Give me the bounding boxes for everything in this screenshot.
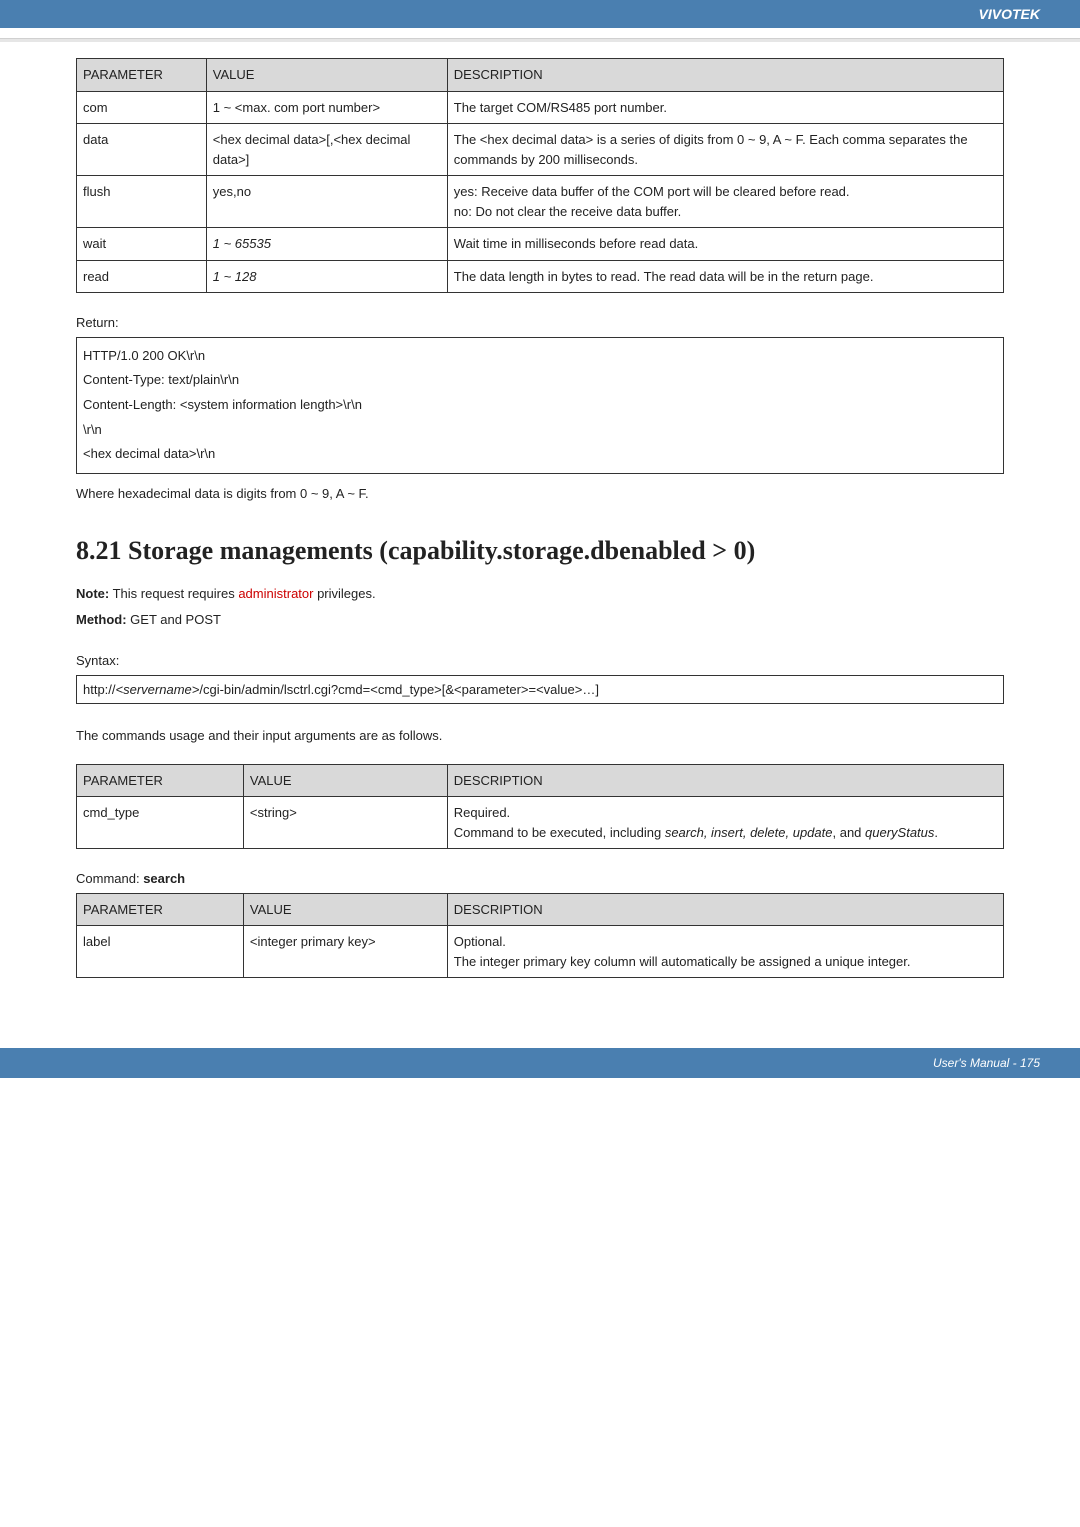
return-line: Content-Length: <system information leng… <box>83 393 997 418</box>
note-text-2: privileges. <box>313 586 375 601</box>
method-text: GET and POST <box>127 612 221 627</box>
table-row: com1 ~ <max. com port number>The target … <box>77 91 1004 124</box>
table-row: wait1 ~ 65535Wait time in milliseconds b… <box>77 228 1004 261</box>
method-line: Method: GET and POST <box>76 610 1004 630</box>
syntax-box: http://<servername>/cgi-bin/admin/lsctrl… <box>76 675 1004 705</box>
command-prefix: Command: <box>76 871 143 886</box>
table1-value: 1 ~ <max. com port number> <box>206 91 447 124</box>
return-line: HTTP/1.0 200 OK\r\n <box>83 344 997 369</box>
table1-desc: The target COM/RS485 port number. <box>447 91 1003 124</box>
table1-desc: Wait time in milliseconds before read da… <box>447 228 1003 261</box>
table2-value: <string> <box>243 797 447 849</box>
return-line: \r\n <box>83 418 997 443</box>
table2-header-parameter: PARAMETER <box>77 764 244 797</box>
syntax-prefix: http:// <box>83 682 116 697</box>
table1-param: data <box>77 124 207 176</box>
return-line: <hex decimal data>\r\n <box>83 442 997 467</box>
table-row: label<integer primary key>Optional. The … <box>77 926 1004 978</box>
section-title: 8.21 Storage managements (capability.sto… <box>76 531 1004 570</box>
method-label: Method: <box>76 612 127 627</box>
note-text-1: This request requires <box>109 586 238 601</box>
brand-banner: VIVOTEK <box>0 0 1080 28</box>
table3-header-parameter: PARAMETER <box>77 893 244 926</box>
table-row: read1 ~ 128The data length in bytes to r… <box>77 260 1004 293</box>
return-label: Return: <box>76 313 1004 333</box>
table1-param: com <box>77 91 207 124</box>
parameter-table-3: PARAMETER VALUE DESCRIPTION label<intege… <box>76 893 1004 979</box>
syntax-rest: /cgi-bin/admin/lsctrl.cgi?cmd=<cmd_type>… <box>199 682 599 697</box>
table1-header-description: DESCRIPTION <box>447 59 1003 92</box>
note-label: Note: <box>76 586 109 601</box>
table1-header-value: VALUE <box>206 59 447 92</box>
parameter-table-2: PARAMETER VALUE DESCRIPTION cmd_type <st… <box>76 764 1004 850</box>
table1-param: flush <box>77 176 207 228</box>
note-line: Note: This request requires administrato… <box>76 584 1004 604</box>
table1-value: 1 ~ 65535 <box>206 228 447 261</box>
page-footer: User's Manual - 175 <box>0 1048 1080 1078</box>
table1-desc: The <hex decimal data> is a series of di… <box>447 124 1003 176</box>
table1-desc: The data length in bytes to read. The re… <box>447 260 1003 293</box>
note-admin: administrator <box>238 586 313 601</box>
table-row: flushyes,noyes: Receive data buffer of t… <box>77 176 1004 228</box>
usage-line: The commands usage and their input argum… <box>76 726 1004 746</box>
table3-value: <integer primary key> <box>243 926 447 978</box>
hex-note: Where hexadecimal data is digits from 0 … <box>76 484 1004 504</box>
command-label: Command: search <box>76 869 1004 889</box>
table1-value: <hex decimal data>[,<hex decimal data>] <box>206 124 447 176</box>
table1-desc: yes: Receive data buffer of the COM port… <box>447 176 1003 228</box>
table1-value: yes,no <box>206 176 447 228</box>
table1-header-parameter: PARAMETER <box>77 59 207 92</box>
return-line: Content-Type: text/plain\r\n <box>83 368 997 393</box>
table3-desc: Optional. The integer primary key column… <box>447 926 1003 978</box>
header-stripe <box>0 38 1080 42</box>
table2-header-value: VALUE <box>243 764 447 797</box>
command-name: search <box>143 871 185 886</box>
return-box: HTTP/1.0 200 OK\r\nContent-Type: text/pl… <box>76 337 1004 474</box>
table1-value: 1 ~ 128 <box>206 260 447 293</box>
table-row: data<hex decimal data>[,<hex decimal dat… <box>77 124 1004 176</box>
table3-param: label <box>77 926 244 978</box>
syntax-label: Syntax: <box>76 651 1004 671</box>
page-content: PARAMETER VALUE DESCRIPTION com1 ~ <max.… <box>0 58 1080 1018</box>
table3-header-value: VALUE <box>243 893 447 926</box>
footer-text: User's Manual - 175 <box>933 1056 1040 1070</box>
table2-param: cmd_type <box>77 797 244 849</box>
table2-desc: Required. Command to be executed, includ… <box>447 797 1003 849</box>
table1-param: read <box>77 260 207 293</box>
table3-header-description: DESCRIPTION <box>447 893 1003 926</box>
table1-param: wait <box>77 228 207 261</box>
brand-text: VIVOTEK <box>979 4 1040 25</box>
syntax-server: <servername> <box>116 682 200 697</box>
table2-header-description: DESCRIPTION <box>447 764 1003 797</box>
parameter-table-1: PARAMETER VALUE DESCRIPTION com1 ~ <max.… <box>76 58 1004 293</box>
table-row: cmd_type <string> Required. Command to b… <box>77 797 1004 849</box>
